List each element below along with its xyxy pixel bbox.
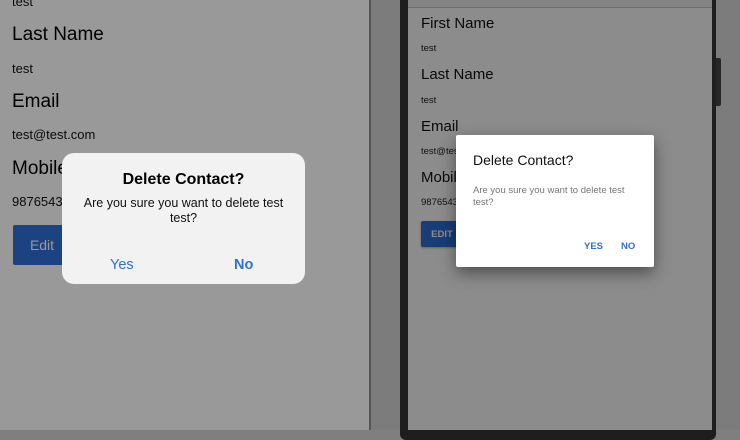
alert-message: Are you sure you want to delete test tes… bbox=[83, 196, 284, 225]
delete-contact-dialog: Delete Contact? Are you sure you want to… bbox=[456, 135, 654, 267]
alert-title: Delete Contact? bbox=[122, 171, 245, 188]
alert-no-button[interactable]: No bbox=[234, 257, 253, 273]
dialog-yes-button[interactable]: YES bbox=[584, 241, 603, 252]
android-screen: First Name test Last Name test Email tes… bbox=[408, 0, 712, 430]
dialog-title: Delete Contact? bbox=[473, 152, 574, 168]
ios-screen: test Last Name test Email test@test.com … bbox=[0, 0, 370, 430]
alert-yes-button[interactable]: Yes bbox=[110, 257, 134, 273]
android-emulator: First Name test Last Name test Email tes… bbox=[371, 0, 740, 440]
dialog-no-button[interactable]: NO bbox=[621, 241, 635, 252]
delete-contact-alert: Delete Contact? Are you sure you want to… bbox=[62, 153, 305, 284]
dialog-message: Are you sure you want to delete test tes… bbox=[473, 185, 625, 208]
device-side-button bbox=[716, 58, 721, 106]
